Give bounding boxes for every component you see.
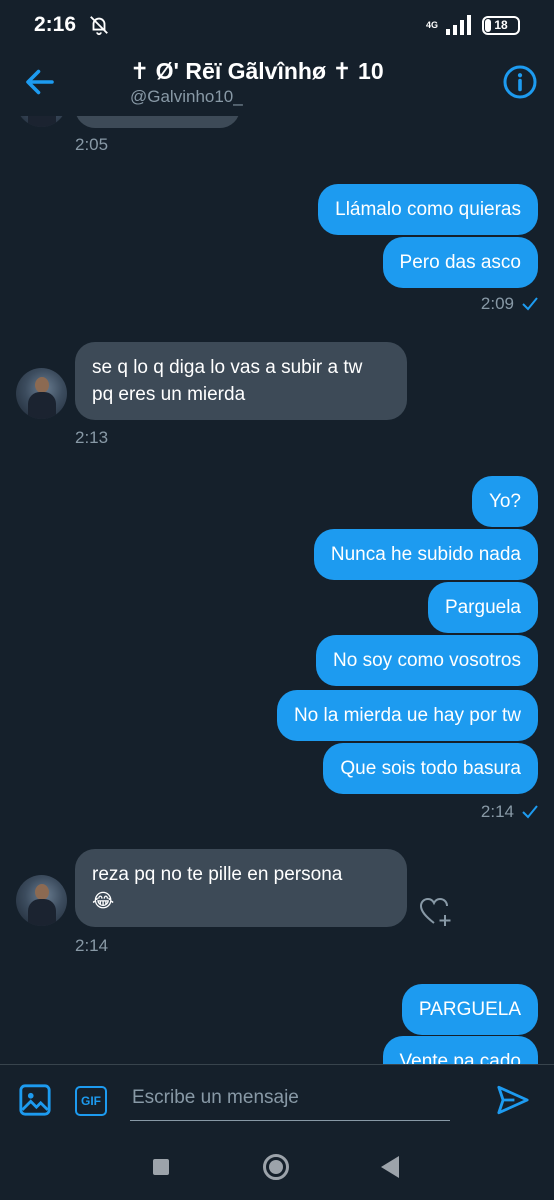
message-bubble-incoming[interactable]	[75, 116, 240, 128]
conversation-header: ✝ Ø' Rēï Gãlvînhø ✝ 10 @Galvinho10_	[0, 50, 554, 116]
gif-button[interactable]: GIF	[75, 1086, 107, 1116]
gif-icon: GIF	[81, 1094, 101, 1108]
battery-level: 18	[494, 18, 508, 32]
system-back-button[interactable]	[381, 1156, 399, 1178]
message-text: pq eres un mierda	[92, 384, 246, 405]
message-bubble-outgoing[interactable]: Nunca he subido nada	[313, 529, 538, 580]
send-icon[interactable]	[496, 1083, 530, 1117]
message-time: 2:13	[75, 428, 109, 447]
signal-icon	[446, 15, 471, 35]
message-text: reza pq no te pille en persona	[92, 864, 343, 885]
message-time: 2:09	[480, 294, 514, 313]
back-arrow-icon[interactable]	[22, 64, 58, 100]
conversation-handle: @Galvinho10_	[130, 87, 243, 106]
check-icon	[522, 805, 538, 819]
recent-apps-button[interactable]	[153, 1159, 169, 1175]
network-type: 4G	[425, 19, 438, 30]
avatar[interactable]	[16, 875, 67, 926]
heart-plus-icon[interactable]	[419, 896, 453, 928]
message-time: 2:14	[480, 802, 514, 821]
message-bubble-incoming[interactable]: se q lo q diga lo vas a subir a tw pq er…	[75, 342, 407, 420]
message-bubble-outgoing[interactable]: Que sois todo basura	[323, 743, 538, 794]
message-time: 2:05	[75, 135, 109, 154]
message-bubble-outgoing[interactable]: Llámalo como quieras	[318, 184, 538, 235]
avatar[interactable]	[16, 116, 67, 127]
message-status: 2:09	[481, 294, 538, 314]
info-icon[interactable]	[502, 64, 538, 100]
message-text: 😂	[92, 891, 115, 912]
avatar[interactable]	[16, 368, 67, 419]
message-bubble-outgoing[interactable]: Pero das asco	[382, 237, 538, 288]
mute-bell-icon	[90, 16, 108, 36]
check-icon	[522, 297, 538, 311]
status-bar: 2:16 4G 18	[0, 0, 554, 50]
message-status: 2:14	[481, 802, 538, 822]
message-bubble-outgoing[interactable]: No soy como vosotros	[316, 635, 538, 686]
message-bubble-incoming[interactable]: reza pq no te pille en persona 😂	[75, 849, 407, 927]
message-bubble-outgoing[interactable]: Vente pa cado	[382, 1036, 538, 1064]
system-nav-bar	[0, 1136, 554, 1200]
message-input[interactable]	[130, 1075, 450, 1121]
conversation-title: ✝ Ø' Rēï Gãlvînhø ✝ 10	[130, 58, 384, 84]
message-bubble-outgoing[interactable]: Parguela	[427, 582, 538, 633]
message-bubble-outgoing[interactable]: No la mierda ue hay por tw	[276, 690, 538, 741]
status-time: 2:16	[34, 13, 77, 36]
image-icon[interactable]	[18, 1083, 52, 1117]
message-bubble-outgoing[interactable]: PARGUELA	[401, 984, 538, 1035]
battery-icon: 18	[482, 15, 520, 35]
message-time: 2:14	[75, 936, 109, 955]
message-composer: GIF	[0, 1064, 554, 1136]
message-bubble-outgoing[interactable]: Yo?	[471, 476, 538, 527]
conversation-title-block[interactable]: ✝ Ø' Rēï Gãlvînhø ✝ 10 @Galvinho10_	[130, 58, 384, 107]
message-list[interactable]: 2:05 Llámalo como quieras Pero das asco …	[0, 116, 554, 1064]
message-text: se q lo q diga lo vas a subir a tw	[92, 357, 363, 378]
home-button[interactable]	[263, 1154, 289, 1180]
